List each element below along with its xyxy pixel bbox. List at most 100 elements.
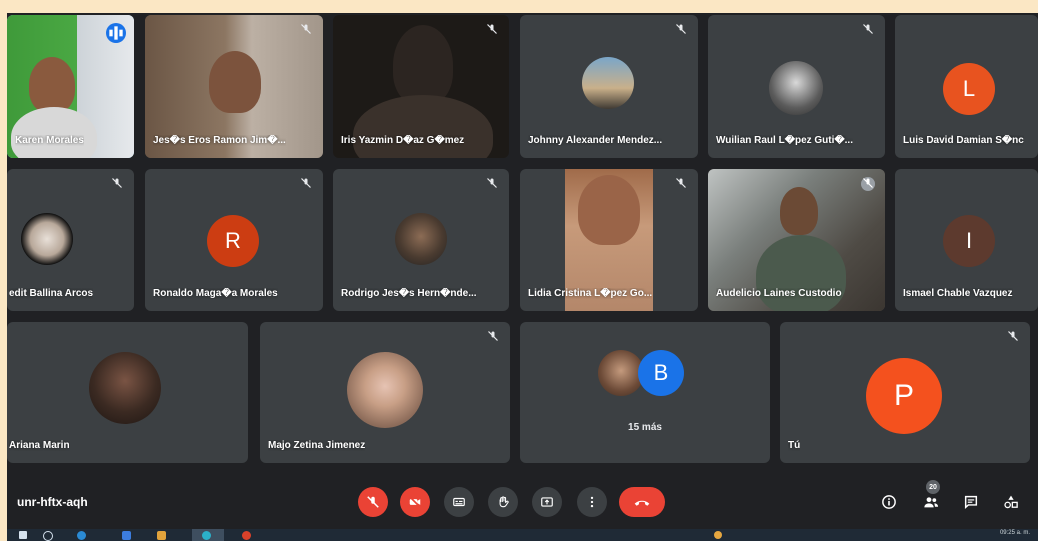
tray-icon[interactable] xyxy=(714,531,722,539)
people-button[interactable] xyxy=(922,493,940,511)
chat-icon xyxy=(964,495,978,509)
info-icon xyxy=(882,495,896,509)
participant-avatar xyxy=(89,352,161,424)
participant-name: Ronaldo Maga�a Morales xyxy=(153,288,278,299)
person-figure xyxy=(780,187,818,235)
participant-avatar xyxy=(582,57,634,109)
camera-toggle-button[interactable] xyxy=(400,487,430,517)
participant-tile[interactable]: Ariana Marin xyxy=(7,322,248,463)
os-taskbar: 09:25 a. m. xyxy=(7,529,1038,541)
participant-avatar: I xyxy=(943,215,995,267)
mic-toggle-button[interactable] xyxy=(358,487,388,517)
word-icon[interactable] xyxy=(122,531,131,540)
participant-name: Majo Zetina Jimenez xyxy=(268,440,366,451)
person-figure xyxy=(29,57,75,113)
activities-icon xyxy=(1004,495,1018,509)
app-icon[interactable] xyxy=(242,531,251,540)
leave-call-button[interactable] xyxy=(619,487,665,517)
participant-avatar xyxy=(347,352,423,428)
participant-avatar: R xyxy=(207,215,259,267)
participant-name: Rodrigo Jes�s Hern�nde... xyxy=(341,288,477,299)
participant-name: Johnny Alexander Mendez... xyxy=(528,135,663,146)
system-clock: 09:25 a. m. xyxy=(999,530,1030,536)
captions-button[interactable] xyxy=(444,487,474,517)
more-options-button[interactable] xyxy=(577,487,607,517)
participant-tile[interactable]: Majo Zetina Jimenez xyxy=(260,322,510,463)
person-shirt xyxy=(756,235,846,311)
participant-tile[interactable]: Wuilian Raul L�pez Guti�... xyxy=(708,15,885,158)
participant-name: Audelicio Laines Custodio xyxy=(716,288,842,299)
person-shirt xyxy=(353,95,493,158)
participant-avatar-b: B xyxy=(638,350,684,396)
chrome-icon[interactable] xyxy=(202,531,211,540)
people-count-badge: 20 xyxy=(926,480,940,494)
raise-hand-button[interactable] xyxy=(488,487,518,517)
activities-button[interactable] xyxy=(1002,493,1020,511)
control-bar: unr-hftx-aqh 20 xyxy=(7,477,1038,529)
edge-icon[interactable] xyxy=(77,531,86,540)
search-icon[interactable] xyxy=(43,531,53,541)
raise-hand-icon xyxy=(499,496,509,508)
participant-name: Karen Morales xyxy=(15,135,84,146)
mic-off-icon xyxy=(485,177,499,191)
speaking-indicator-icon xyxy=(106,23,126,43)
participant-name: Ismael Chable Vazquez xyxy=(903,288,1013,299)
participant-name: Wuilian Raul L�pez Guti�... xyxy=(716,135,853,146)
hangup-icon xyxy=(634,500,650,506)
participant-avatar xyxy=(769,61,823,115)
mic-off-icon xyxy=(674,23,688,37)
participant-name: Tú xyxy=(788,440,801,451)
participant-name: Ariana Marin xyxy=(9,440,70,451)
participant-tile[interactable]: Rodrigo Jes�s Hern�nde... xyxy=(333,169,509,311)
participant-tile[interactable]: L Luis David Damian S�nc xyxy=(895,15,1038,158)
captions-icon xyxy=(453,497,465,507)
participant-avatar: L xyxy=(943,63,995,115)
person-shirt xyxy=(11,107,97,158)
mic-off-icon xyxy=(110,177,124,191)
meeting-code: unr-hftx-aqh xyxy=(17,495,88,509)
mic-off-icon xyxy=(485,23,499,37)
participant-avatar xyxy=(395,213,447,265)
windows-start-icon[interactable] xyxy=(19,531,27,539)
mic-off-icon xyxy=(861,177,875,191)
chat-button[interactable] xyxy=(962,493,980,511)
self-tile[interactable]: P Tú xyxy=(780,322,1030,463)
participant-tile[interactable]: Karen Morales xyxy=(7,15,134,158)
folder-icon[interactable] xyxy=(157,531,166,540)
participant-name: Iris Yazmin D�az G�mez xyxy=(341,135,465,146)
person-figure xyxy=(209,51,261,113)
participant-tile[interactable]: Iris Yazmin D�az G�mez xyxy=(333,15,509,158)
participant-name: Jes�s Eros Ramon Jim�... xyxy=(153,135,286,146)
participant-tile[interactable]: R Ronaldo Maga�a Morales xyxy=(145,169,323,311)
present-button[interactable] xyxy=(532,487,562,517)
participant-name: edit Ballina Arcos xyxy=(9,288,94,299)
participant-tile[interactable]: Johnny Alexander Mendez... xyxy=(520,15,698,158)
mic-off-icon xyxy=(299,23,313,37)
people-icon xyxy=(924,497,939,508)
participant-tile[interactable]: Jes�s Eros Ramon Jim�... xyxy=(145,15,323,158)
mic-off-icon xyxy=(299,177,313,191)
more-participants-label: 15 más xyxy=(628,422,662,433)
mic-off-icon xyxy=(367,496,379,508)
mic-off-icon xyxy=(861,23,875,37)
participant-tile[interactable]: edit Ballina Arcos xyxy=(7,169,134,311)
person-figure xyxy=(393,25,453,105)
more-options-icon xyxy=(590,496,594,508)
mic-off-icon xyxy=(674,177,688,191)
person-figure xyxy=(578,175,640,245)
participant-name: Lidia Cristina L�pez Go... xyxy=(528,288,653,299)
participant-name: Luis David Damian S�nc xyxy=(903,135,1024,146)
meet-window: Karen Morales Jes�s Eros Ramon Jim�... I… xyxy=(7,9,1038,541)
top-strip xyxy=(7,9,1038,13)
mic-off-icon xyxy=(486,330,500,344)
present-icon xyxy=(541,497,553,507)
participant-tile[interactable]: Lidia Cristina L�pez Go... xyxy=(520,169,698,311)
self-avatar: P xyxy=(866,358,942,434)
participant-avatar xyxy=(21,213,73,265)
more-participants-tile[interactable]: B 15 más xyxy=(520,322,770,463)
participant-tile[interactable]: I Ismael Chable Vazquez xyxy=(895,169,1038,311)
participant-tile[interactable]: Audelicio Laines Custodio xyxy=(708,169,885,311)
mic-off-icon xyxy=(1006,330,1020,344)
camera-off-icon xyxy=(409,496,421,508)
meeting-info-button[interactable] xyxy=(880,493,898,511)
